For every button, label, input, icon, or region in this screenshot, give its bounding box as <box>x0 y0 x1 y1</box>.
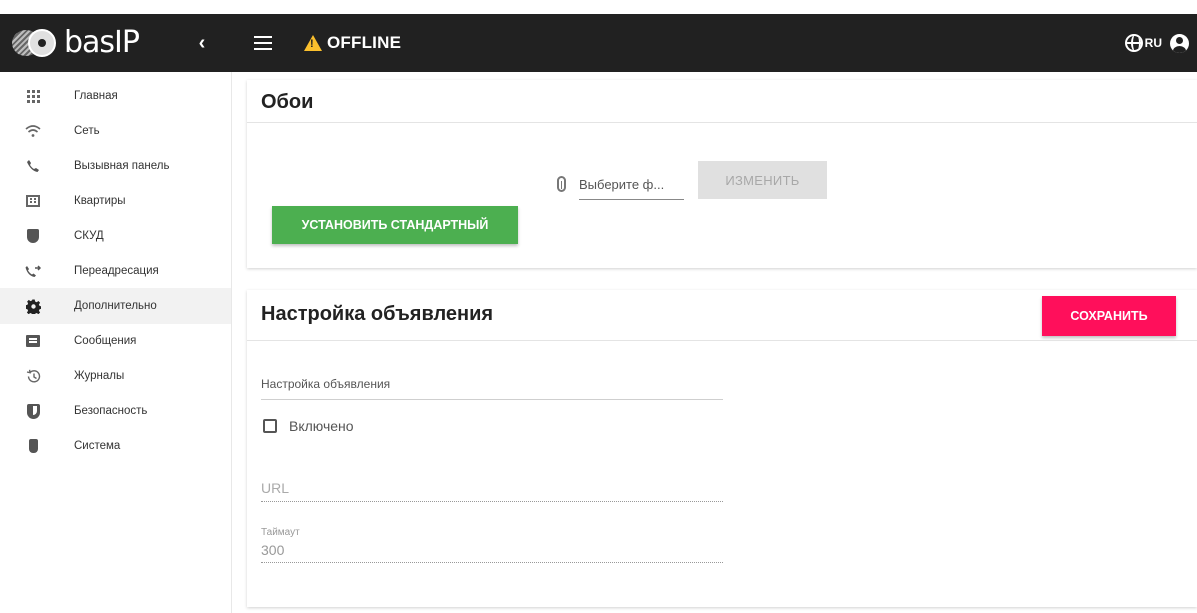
warning-icon <box>304 35 322 51</box>
header-actions: RU <box>1124 14 1189 72</box>
sidebar-item-label: Дополнительно <box>74 300 157 312</box>
gear-icon <box>25 298 41 314</box>
set-default-button[interactable]: УСТАНОВИТЬ СТАНДАРТНЫЙ <box>272 206 518 244</box>
sidebar-item-logs[interactable]: Журналы <box>0 358 231 394</box>
hamburger-menu-icon[interactable] <box>254 36 272 50</box>
announcement-card: Настройка объявления СОХРАНИТЬ Включено … <box>247 290 1197 607</box>
sidebar-item-label: Система <box>74 440 121 452</box>
sidebar-item-label: Сообщения <box>74 335 137 347</box>
sidebar-item-label: Журналы <box>74 370 125 382</box>
announcement-text-field[interactable] <box>261 354 723 400</box>
history-icon <box>25 368 41 384</box>
paperclip-icon <box>557 176 566 192</box>
grid-icon <box>25 88 41 104</box>
sidebar-item-home[interactable]: Главная <box>0 78 231 114</box>
phone-forward-icon <box>25 263 41 279</box>
sidebar-item-system[interactable]: Система <box>0 428 231 464</box>
sidebar-item-additional[interactable]: Дополнительно <box>0 288 231 324</box>
sidebar-item-label: СКУД <box>74 230 104 242</box>
system-icon <box>25 438 41 454</box>
sidebar-item-label: Сеть <box>74 125 100 137</box>
sidebar-item-label: Главная <box>74 90 118 102</box>
sidebar-item-label: Вызывная панель <box>74 160 170 172</box>
wallpaper-title: Обои <box>261 91 314 113</box>
sidebar-item-label: Квартиры <box>74 195 126 207</box>
security-icon <box>25 403 41 419</box>
top-strip <box>0 0 1197 14</box>
divider <box>247 340 1197 341</box>
sidebar: Главная Сеть Вызывная панель Квартиры СК… <box>0 72 232 613</box>
building-icon <box>25 193 41 209</box>
url-field[interactable] <box>261 474 723 502</box>
shield-check-icon <box>25 228 41 244</box>
logo[interactable]: basIP <box>12 25 140 61</box>
sidebar-item-network[interactable]: Сеть <box>0 113 231 149</box>
logo-text: basIP <box>64 25 140 60</box>
enabled-checkbox[interactable] <box>263 419 277 433</box>
sidebar-item-security[interactable]: Безопасность <box>0 393 231 429</box>
sidebar-item-call-panel[interactable]: Вызывная панель <box>0 148 231 184</box>
announcement-title: Настройка объявления <box>261 303 494 325</box>
wallpaper-card: Обои ИЗМЕНИТЬ УСТАНОВИТЬ СТАНДАРТНЫЙ <box>247 80 1197 268</box>
phone-icon <box>25 158 41 174</box>
sidebar-item-apartments[interactable]: Квартиры <box>0 183 231 219</box>
divider <box>247 122 1197 123</box>
app-header: basIP ‹ OFFLINE RU <box>0 14 1197 72</box>
wifi-icon <box>25 123 41 139</box>
sidebar-item-label: Безопасность <box>74 405 148 417</box>
message-icon <box>25 333 41 349</box>
account-icon[interactable] <box>1170 33 1189 53</box>
enabled-label: Включено <box>289 418 354 434</box>
chevron-left-icon[interactable]: ‹ <box>192 32 212 54</box>
sidebar-item-messages[interactable]: Сообщения <box>0 323 231 359</box>
globe-icon[interactable] <box>1124 34 1143 52</box>
timeout-field[interactable] <box>261 537 723 563</box>
enabled-checkbox-row[interactable]: Включено <box>263 418 354 434</box>
logo-icon <box>12 28 60 58</box>
sidebar-item-access-control[interactable]: СКУД <box>0 218 231 254</box>
sidebar-item-label: Переадресация <box>74 265 159 277</box>
file-input[interactable] <box>579 170 684 200</box>
sidebar-item-forwarding[interactable]: Переадресация <box>0 253 231 289</box>
save-button[interactable]: СОХРАНИТЬ <box>1042 296 1176 336</box>
language-selector[interactable]: RU <box>1145 36 1162 50</box>
connection-status: OFFLINE <box>327 33 402 52</box>
header-status: OFFLINE <box>232 14 401 72</box>
change-button[interactable]: ИЗМЕНИТЬ <box>698 161 827 199</box>
